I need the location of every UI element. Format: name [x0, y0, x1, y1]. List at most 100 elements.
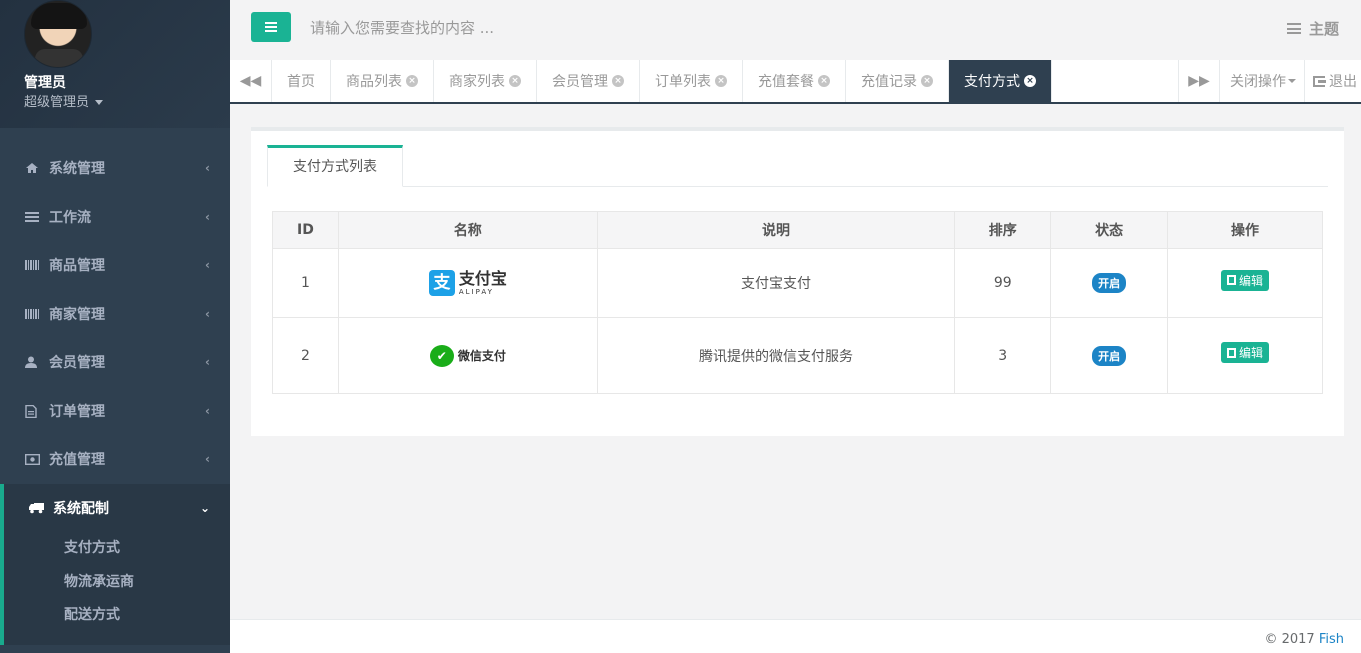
submenu-item-delivery-methods[interactable]: 配送方式 — [4, 599, 230, 633]
tabs-scroll-right-button[interactable]: ▶▶ — [1178, 60, 1220, 102]
tabs-bar: ◀◀ 首页 商品列表 × 商家列表 × 会员管理 × 订单列表 × 充值套餐 × 充值记录… — [230, 60, 1361, 104]
logout-button[interactable]: 退出 — [1305, 60, 1361, 102]
sidebar-item-label: 会员管理 — [49, 355, 105, 372]
close-icon[interactable]: × — [818, 75, 830, 87]
tabs: 首页 商品列表 × 商家列表 × 会员管理 × 订单列表 × 充值套餐 × 充值记录 × 支… — [272, 60, 1178, 102]
sidebar-item-label: 系统配制 — [53, 500, 109, 517]
sidebar-item-members[interactable]: 会员管理 ‹ — [0, 338, 230, 387]
column-header-name: 名称 — [337, 211, 598, 249]
tabs-actions: ▶▶ 关闭操作 退出 — [1178, 60, 1361, 102]
sidebar-item-label: 商品管理 — [49, 258, 105, 275]
table-row: 1 支 支付宝 ALIPAY 支付宝支付 99 开启 编辑 — [272, 248, 1323, 318]
column-header-sort: 排序 — [954, 211, 1052, 249]
tabs-scroll-left-button[interactable]: ◀◀ — [230, 60, 272, 102]
file-icon — [25, 404, 39, 418]
tab-recharge-records[interactable]: 充值记录 × — [846, 60, 949, 102]
sidebar-item-workflow[interactable]: 工作流 ‹ — [0, 193, 230, 242]
backward-icon: ◀◀ — [239, 73, 262, 89]
close-icon[interactable]: × — [406, 75, 418, 87]
footer-brand-link[interactable]: Fish — [1319, 632, 1344, 647]
main-content: 支付方式列表 ID 名称 说明 排序 状态 操作 1 支 支付宝 ALIPAY … — [230, 104, 1361, 619]
tab-payment-method-list[interactable]: 支付方式列表 — [267, 145, 403, 187]
cell-id: 2 — [272, 317, 339, 394]
barcode-icon — [25, 259, 39, 271]
column-header-actions: 操作 — [1167, 211, 1323, 249]
chevron-left-icon: ‹ — [205, 258, 210, 273]
sidebar-item-label: 充值管理 — [49, 452, 105, 469]
chevron-left-icon: ‹ — [205, 306, 210, 321]
close-icon[interactable]: × — [509, 75, 521, 87]
close-operations-label: 关闭操作 — [1230, 74, 1286, 90]
edit-label: 编辑 — [1239, 273, 1264, 288]
profile-role-dropdown[interactable]: 超级管理员 — [24, 91, 104, 110]
tab-home[interactable]: 首页 — [272, 60, 331, 102]
caret-down-icon — [95, 100, 104, 105]
alipay-logo-text: 支付宝 — [458, 268, 507, 288]
chevron-left-icon: ‹ — [205, 161, 210, 176]
wechat-pay-logo: ✔ 微信支付 — [429, 344, 506, 367]
theme-button[interactable]: 主题 — [1286, 18, 1339, 39]
table-header-row: ID 名称 说明 排序 状态 操作 — [272, 211, 1323, 249]
table-row: 2 ✔ 微信支付 腾讯提供的微信支付服务 3 开启 编辑 — [272, 317, 1323, 394]
cell-name: ✔ 微信支付 — [337, 317, 598, 394]
cell-sort: 99 — [954, 248, 1052, 318]
user-icon — [25, 356, 39, 369]
sidebar-item-orders[interactable]: 订单管理 ‹ — [0, 387, 230, 436]
close-icon[interactable]: × — [612, 75, 624, 87]
close-icon[interactable]: × — [921, 75, 933, 87]
column-header-status: 状态 — [1050, 211, 1169, 249]
footer: © 2017 Fish — [230, 619, 1361, 653]
chevron-left-icon: ‹ — [205, 209, 210, 224]
close-operations-dropdown[interactable]: 关闭操作 — [1220, 60, 1305, 102]
tab-payment-methods[interactable]: 支付方式 × — [949, 60, 1052, 102]
caret-down-icon — [1288, 79, 1296, 83]
tab-member-management[interactable]: 会员管理 × — [537, 60, 640, 102]
cell-description: 腾讯提供的微信支付服务 — [596, 317, 956, 394]
sidebar-item-label: 订单管理 — [49, 403, 105, 420]
list-icon — [25, 211, 39, 223]
sidebar-item-recharge[interactable]: 充值管理 ‹ — [0, 435, 230, 484]
tab-label: 支付方式 — [964, 74, 1020, 90]
barcode-icon — [25, 308, 39, 320]
chevron-left-icon: ‹ — [205, 403, 210, 418]
search-input[interactable] — [300, 14, 720, 42]
home-icon — [25, 162, 39, 174]
sidebar-item-system-config[interactable]: 系统配制 ⌄ — [0, 483, 230, 532]
cell-status: 开启 — [1050, 248, 1169, 318]
status-badge: 开启 — [1092, 345, 1127, 366]
sidebar-item-label: 系统管理 — [49, 161, 105, 178]
edit-button[interactable]: 编辑 — [1221, 269, 1270, 291]
tab-label: 订单列表 — [655, 74, 711, 90]
topbar: 主题 — [230, 0, 1361, 60]
panel-tabs: 支付方式列表 — [267, 145, 1328, 187]
sidebar-item-system[interactable]: 系统管理 ‹ — [0, 144, 230, 193]
sidebar-item-label: 工作流 — [49, 209, 91, 226]
avatar[interactable] — [24, 0, 92, 68]
sidebar-item-products[interactable]: 商品管理 ‹ — [0, 241, 230, 290]
menu-toggle-button[interactable] — [251, 12, 291, 42]
tab-order-list[interactable]: 订单列表 × — [640, 60, 743, 102]
chevron-left-icon: ‹ — [205, 355, 210, 370]
cell-description: 支付宝支付 — [596, 248, 956, 318]
edit-button[interactable]: 编辑 — [1221, 342, 1270, 363]
sidebar-item-label: 商家管理 — [49, 306, 105, 323]
logout-label: 退出 — [1329, 74, 1357, 90]
submenu-item-payment-methods[interactable]: 支付方式 — [4, 532, 230, 566]
sidebar-item-merchants[interactable]: 商家管理 ‹ — [0, 290, 230, 339]
submenu-item-carriers[interactable]: 物流承运商 — [4, 566, 230, 600]
tab-label: 商品列表 — [346, 74, 402, 90]
tab-merchant-list[interactable]: 商家列表 × — [434, 60, 537, 102]
theme-label: 主题 — [1308, 20, 1339, 38]
tab-recharge-packages[interactable]: 充值套餐 × — [743, 60, 846, 102]
tab-product-list[interactable]: 商品列表 × — [331, 60, 434, 102]
forward-icon: ▶▶ — [1188, 73, 1210, 89]
close-icon[interactable]: × — [1024, 75, 1036, 87]
chevron-down-icon: ⌄ — [199, 500, 210, 515]
chevron-left-icon: ‹ — [205, 452, 210, 467]
cell-actions: 编辑 — [1167, 248, 1323, 318]
status-badge: 开启 — [1092, 273, 1127, 293]
profile-panel: 管理员 超级管理员 — [0, 0, 230, 128]
profile-name: 管理员 — [24, 75, 66, 91]
close-icon[interactable]: × — [715, 75, 727, 87]
column-header-id: ID — [272, 211, 339, 249]
